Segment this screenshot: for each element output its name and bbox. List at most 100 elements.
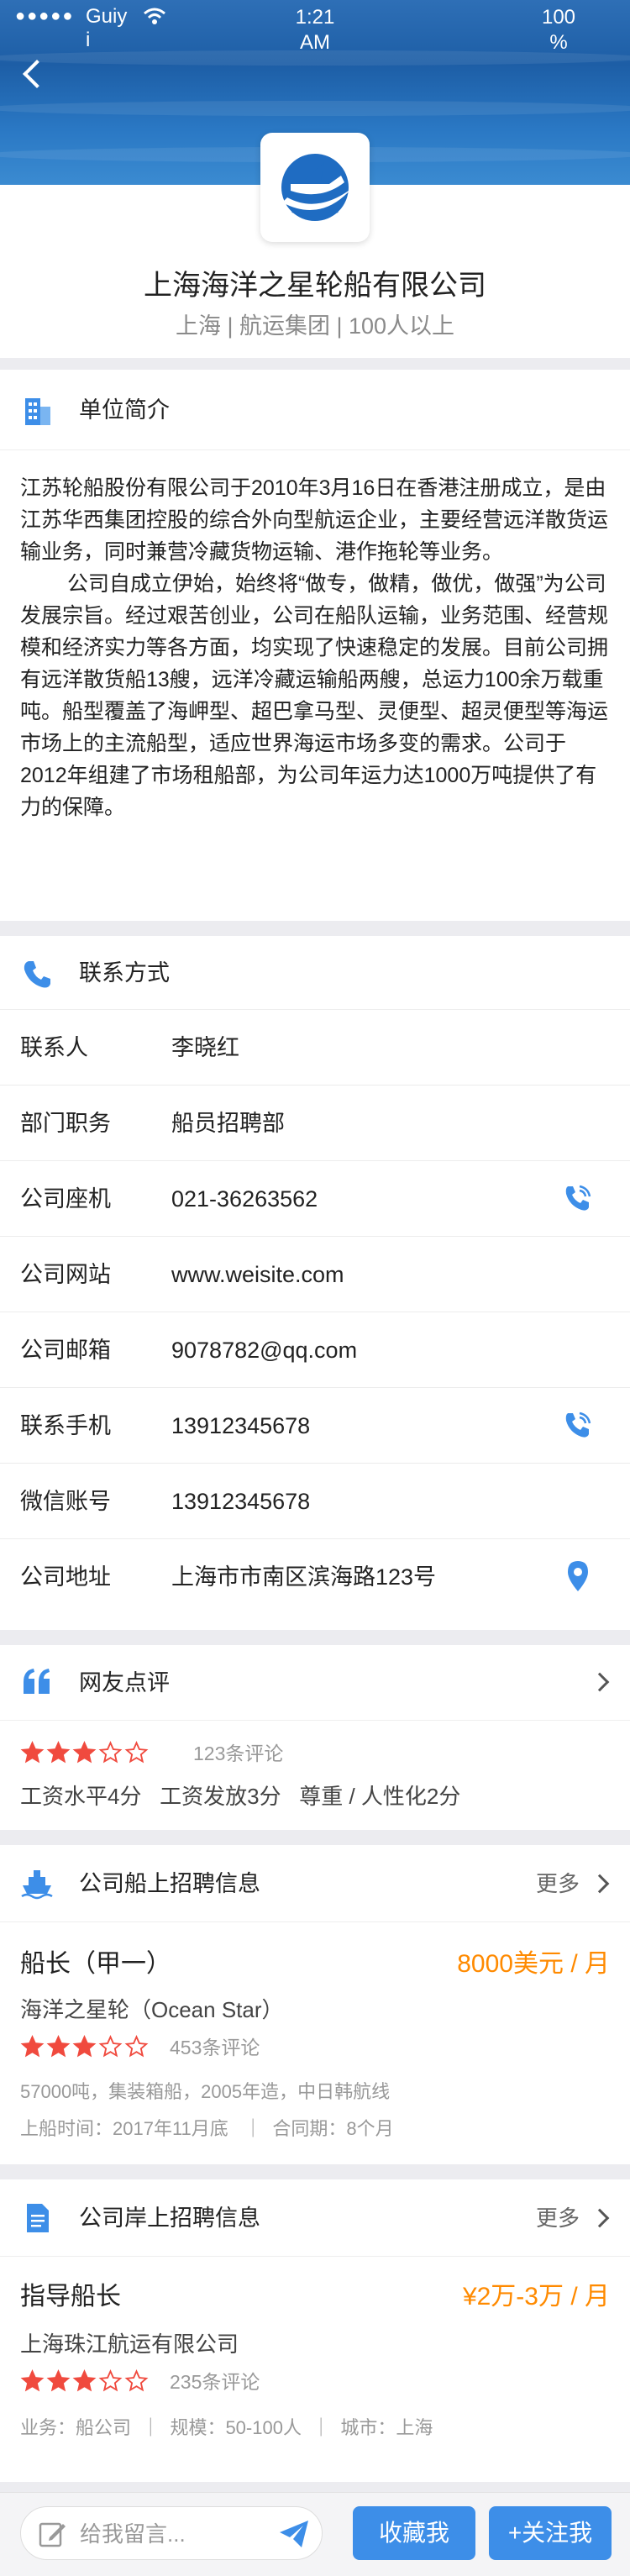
job-meta: 业务：船公司 ｜ 规模：50-100人 ｜ 城市：上海 <box>20 2417 433 2438</box>
contact-label: 微信账号 <box>20 1489 111 1514</box>
phone-icon <box>20 958 54 991</box>
rating-stars <box>20 1741 149 1764</box>
star-empty-icon <box>124 1741 149 1764</box>
status-bar: ●●●●● Guiy i 1:21 AM 100 % <box>0 0 630 54</box>
job-card[interactable]: 指导船长 ¥2万-3万 / 月 上海珠江航运有限公司 235条评论 业务：船公司… <box>0 2257 630 2482</box>
battery-level: 100 % <box>541 6 576 54</box>
contact-row-email: 公司邮箱 9078782@qq.com <box>0 1312 630 1388</box>
contact-row-person: 联系人 李晓红 <box>0 1010 630 1086</box>
intro-title: 单位简介 <box>79 397 170 423</box>
contact-value: 李晓红 <box>171 1035 239 1060</box>
contact-row-department: 部门职务 船员招聘部 <box>0 1086 630 1161</box>
contact-value: 船员招聘部 <box>171 1111 285 1136</box>
star-empty-icon <box>124 2035 149 2058</box>
message-input[interactable] <box>80 2517 265 2551</box>
star-filled-icon <box>72 2035 97 2058</box>
intro-paragraph: 江苏轮船股份有限公司于2010年3月16日在香港注册成立，是由江苏华西集团控股的… <box>20 476 609 564</box>
salary: ¥2万-3万 / 月 <box>462 2283 610 2311</box>
star-filled-icon <box>72 2369 97 2392</box>
job-card[interactable]: 船长（甲一） 8000美元 / 月 海洋之星轮（Ocean Star） 453条… <box>0 1922 630 2164</box>
boarding-info: 上船时间：2017年11月底 ｜ 合同期：8个月 <box>20 2118 394 2139</box>
call-icon[interactable] <box>561 1408 595 1442</box>
company-logo <box>260 133 370 242</box>
star-empty-icon <box>98 2035 123 2058</box>
more-link[interactable]: 更多 <box>536 1845 580 1922</box>
contact-label: 公司座机 <box>20 1186 111 1212</box>
contact-value: 13912345678 <box>171 1413 311 1438</box>
contact-value[interactable]: www.weisite.com <box>171 1237 344 1312</box>
comments-header[interactable]: 网友点评 <box>0 1645 630 1721</box>
star-filled-icon <box>46 2035 71 2058</box>
star-filled-icon <box>46 2369 71 2392</box>
ship-specs: 57000吨，集装箱船，2005年造，中日韩航线 <box>20 2081 391 2102</box>
message-box[interactable] <box>20 2506 323 2560</box>
chevron-right-icon <box>590 2208 610 2228</box>
star-filled-icon <box>46 1741 71 1764</box>
star-filled-icon <box>20 2035 45 2058</box>
comments-title: 网友点评 <box>79 1670 170 1695</box>
ship-logo-icon <box>281 154 351 221</box>
contact-row-address: 公司地址 上海市市南区滨海路123号 <box>0 1539 630 1615</box>
ship-jobs-title: 公司船上招聘信息 <box>79 1871 260 1896</box>
contact-value: 13912345678 <box>171 1489 311 1514</box>
document-icon <box>20 2201 54 2235</box>
intro-paragraph: 公司自成立伊始，始终将“做专，做精，做优，做强”为公司发展宗旨。经过艰苦创业，公… <box>20 572 609 819</box>
call-icon[interactable] <box>561 1181 595 1215</box>
company-name: 上海海洋之星轮船有限公司 <box>144 270 486 302</box>
clock: 1:21 AM <box>295 6 335 54</box>
rating-breakdown: 工资水平4分 工资发放3分 尊重 / 人性化2分 <box>20 1784 461 1809</box>
chevron-right-icon <box>590 1874 610 1894</box>
star-empty-icon <box>98 2369 123 2392</box>
rating-stars <box>20 2035 149 2058</box>
hiring-company: 上海珠江航运有限公司 <box>20 2332 239 2357</box>
favorite-button[interactable]: 收藏我 <box>353 2506 475 2560</box>
more-link[interactable]: 更多 <box>536 2179 580 2257</box>
rating-stars <box>20 2369 149 2393</box>
job-title: 指导船长 <box>20 2283 121 2311</box>
contact-row-landline: 公司座机 021-36263562 <box>0 1161 630 1237</box>
salary: 8000美元 / 月 <box>457 1950 610 1978</box>
location-pin-icon[interactable] <box>561 1559 595 1593</box>
carrier-name: Guiy i <box>86 5 128 51</box>
back-button[interactable] <box>17 52 50 94</box>
star-filled-icon <box>20 2369 45 2392</box>
contact-label: 公司网站 <box>20 1262 111 1287</box>
intro-header: 单位简介 <box>0 370 630 450</box>
follow-button[interactable]: +关注我 <box>489 2506 612 2560</box>
chevron-right-icon <box>590 1672 610 1692</box>
wifi-icon <box>143 7 166 31</box>
contact-title: 联系方式 <box>79 960 170 986</box>
send-icon[interactable] <box>278 2519 310 2549</box>
review-count: 453条评论 <box>170 2037 260 2058</box>
review-count: 123条评论 <box>193 1743 284 1764</box>
intro-text: 江苏轮船股份有限公司于2010年3月16日在香港注册成立，是由江苏华西集团控股的… <box>20 472 612 823</box>
contact-value: 021-36263562 <box>171 1186 318 1212</box>
contact-label: 部门职务 <box>20 1111 111 1136</box>
contact-label: 公司邮箱 <box>20 1338 111 1363</box>
intro-section: 单位简介 江苏轮船股份有限公司于2010年3月16日在香港注册成立，是由江苏华西… <box>0 370 630 921</box>
contact-header: 联系方式 <box>0 936 630 1010</box>
ship-jobs-header[interactable]: 公司船上招聘信息 更多 <box>0 1845 630 1922</box>
contact-value[interactable]: 9078782@qq.com <box>171 1312 357 1388</box>
building-icon <box>20 395 54 428</box>
contact-label: 联系手机 <box>20 1413 111 1438</box>
contact-row-mobile: 联系手机 13912345678 <box>0 1388 630 1464</box>
signal-dots: ●●●●● <box>15 7 75 25</box>
star-filled-icon <box>72 1741 97 1764</box>
quote-icon <box>20 1665 54 1699</box>
comments-section[interactable]: 网友点评 123条评论 工资水平4分 工资发放3分 尊重 / 人性化2分 <box>0 1645 630 1830</box>
contact-label: 联系人 <box>20 1035 88 1060</box>
job-title: 船长（甲一） <box>20 1950 171 1978</box>
contact-section: 联系方式 联系人 李晓红 部门职务 船员招聘部 公司座机 021-3626356… <box>0 936 630 1630</box>
star-filled-icon <box>20 1741 45 1764</box>
contact-label: 公司地址 <box>20 1564 111 1590</box>
star-empty-icon <box>98 1741 123 1764</box>
ship-jobs-section: 公司船上招聘信息 更多 船长（甲一） 8000美元 / 月 海洋之星轮（Ocea… <box>0 1845 630 2164</box>
contact-value: 上海市市南区滨海路123号 <box>171 1564 437 1590</box>
review-count: 235条评论 <box>170 2371 260 2393</box>
bottom-action-bar: 收藏我 +关注我 <box>0 2492 630 2576</box>
shore-jobs-header[interactable]: 公司岸上招聘信息 更多 <box>0 2179 630 2257</box>
edit-icon <box>38 2519 68 2549</box>
contact-row-website: 公司网站 www.weisite.com <box>0 1237 630 1312</box>
star-empty-icon <box>124 2369 149 2392</box>
